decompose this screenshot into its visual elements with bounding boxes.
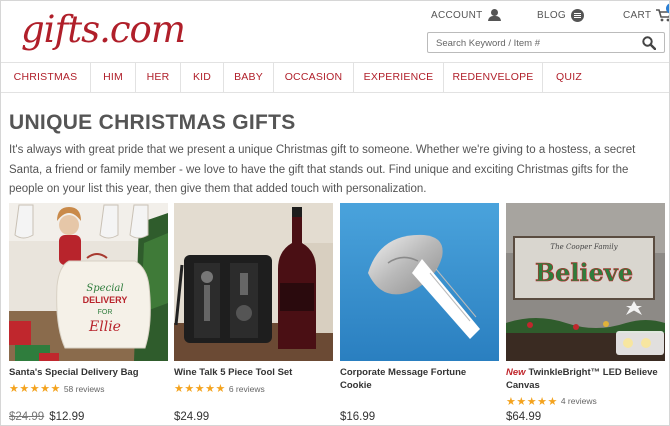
page-title: UNIQUE CHRISTMAS GIFTS (9, 111, 296, 134)
bag-text-for: FOR (98, 309, 113, 316)
product-price: $24.99 (174, 411, 209, 423)
nav-item-experience[interactable]: EXPERIENCE (354, 63, 444, 92)
site-logo[interactable]: gifts.com (21, 8, 186, 51)
product-card[interactable]: Special DELIVERY FOR Ellie Santa's Speci… (9, 203, 168, 423)
old-price: $24.99 (9, 411, 45, 423)
nav-item-occasion[interactable]: OCCASION (274, 63, 354, 92)
page: gifts.com ACCOUNT BLOG CART 0 CHRISTMAS … (0, 0, 670, 426)
bag-text-special: Special (86, 283, 123, 294)
cart-label: CART (623, 10, 652, 21)
product-name[interactable]: Corporate Message Fortune Cookie (340, 367, 499, 392)
review-count[interactable]: 58 reviews (64, 384, 105, 394)
nav-item-redenvelope[interactable]: REDENVELOPE (444, 63, 543, 92)
nav-item-her[interactable]: HER (136, 63, 181, 92)
product-card[interactable]: Corporate Message Fortune Cookie $16.99 (340, 203, 499, 423)
product-image[interactable]: Special DELIVERY FOR Ellie (9, 203, 168, 361)
product-price: $16.99 (340, 411, 375, 423)
account-link[interactable]: ACCOUNT (431, 9, 502, 21)
cart-count-badge: 0 (666, 3, 669, 14)
product-name[interactable]: Santa's Special Delivery Bag (9, 367, 168, 380)
product-rating: ★★★★★ 58 reviews (9, 382, 168, 396)
nav-item-quiz[interactable]: QUIZ (543, 63, 595, 92)
nav-item-him[interactable]: HIM (91, 63, 136, 92)
blog-icon (571, 9, 584, 22)
cart-link[interactable]: CART 0 (623, 3, 669, 22)
star-rating: ★★★★★ (506, 395, 558, 408)
review-count[interactable]: 4 reviews (561, 396, 597, 406)
search-input[interactable] (436, 34, 636, 53)
product-price: $64.99 (506, 411, 541, 423)
sale-price: $16.99 (340, 411, 376, 423)
product-price: $24.99 $12.99 (9, 411, 84, 423)
product-name[interactable]: New TwinkleBright™ LED Believe Canvas (506, 367, 665, 392)
search-icon[interactable] (642, 36, 657, 51)
bag-text-name: Ellie (88, 319, 121, 335)
star-rating: ★★★★★ (9, 383, 61, 395)
user-icon (487, 9, 502, 21)
new-badge: New (506, 367, 526, 378)
blog-link[interactable]: BLOG (537, 9, 584, 22)
product-name-text: TwinkleBright™ LED Believe Canvas (506, 367, 658, 391)
sale-price: $24.99 (174, 411, 210, 423)
product-image[interactable]: The Cooper Family Believe (506, 203, 665, 361)
star-rating: ★★★★★ (174, 383, 226, 395)
product-name[interactable]: Wine Talk 5 Piece Tool Set (174, 367, 333, 380)
sale-price: $64.99 (506, 411, 542, 423)
cart-icon: 0 (656, 3, 669, 22)
nav-item-baby[interactable]: BABY (224, 63, 274, 92)
review-count[interactable]: 6 reviews (229, 384, 265, 394)
product-rating: ★★★★★ 4 reviews (506, 394, 665, 408)
product-image[interactable] (340, 203, 499, 361)
product-card[interactable]: Wine Talk 5 Piece Tool Set ★★★★★ 6 revie… (174, 203, 333, 423)
canvas-text-family: The Cooper Family (550, 243, 618, 251)
intro-text: It's always with great pride that we pre… (9, 144, 636, 195)
product-card[interactable]: The Cooper Family Believe New TwinkleBrig… (506, 203, 665, 423)
nav-item-kid[interactable]: KID (181, 63, 224, 92)
sale-price: $12.99 (49, 411, 85, 423)
canvas-text-believe: Believe (535, 258, 633, 287)
bag-text-delivery: DELIVERY (83, 295, 128, 305)
product-image[interactable] (174, 203, 333, 361)
blog-label: BLOG (537, 10, 566, 21)
account-label: ACCOUNT (431, 9, 483, 21)
main-nav: CHRISTMAS HIM HER KID BABY OCCASION EXPE… (1, 62, 669, 93)
product-rating: ★★★★★ 6 reviews (174, 382, 333, 396)
search-box (427, 32, 665, 53)
nav-item-christmas[interactable]: CHRISTMAS (1, 63, 91, 92)
